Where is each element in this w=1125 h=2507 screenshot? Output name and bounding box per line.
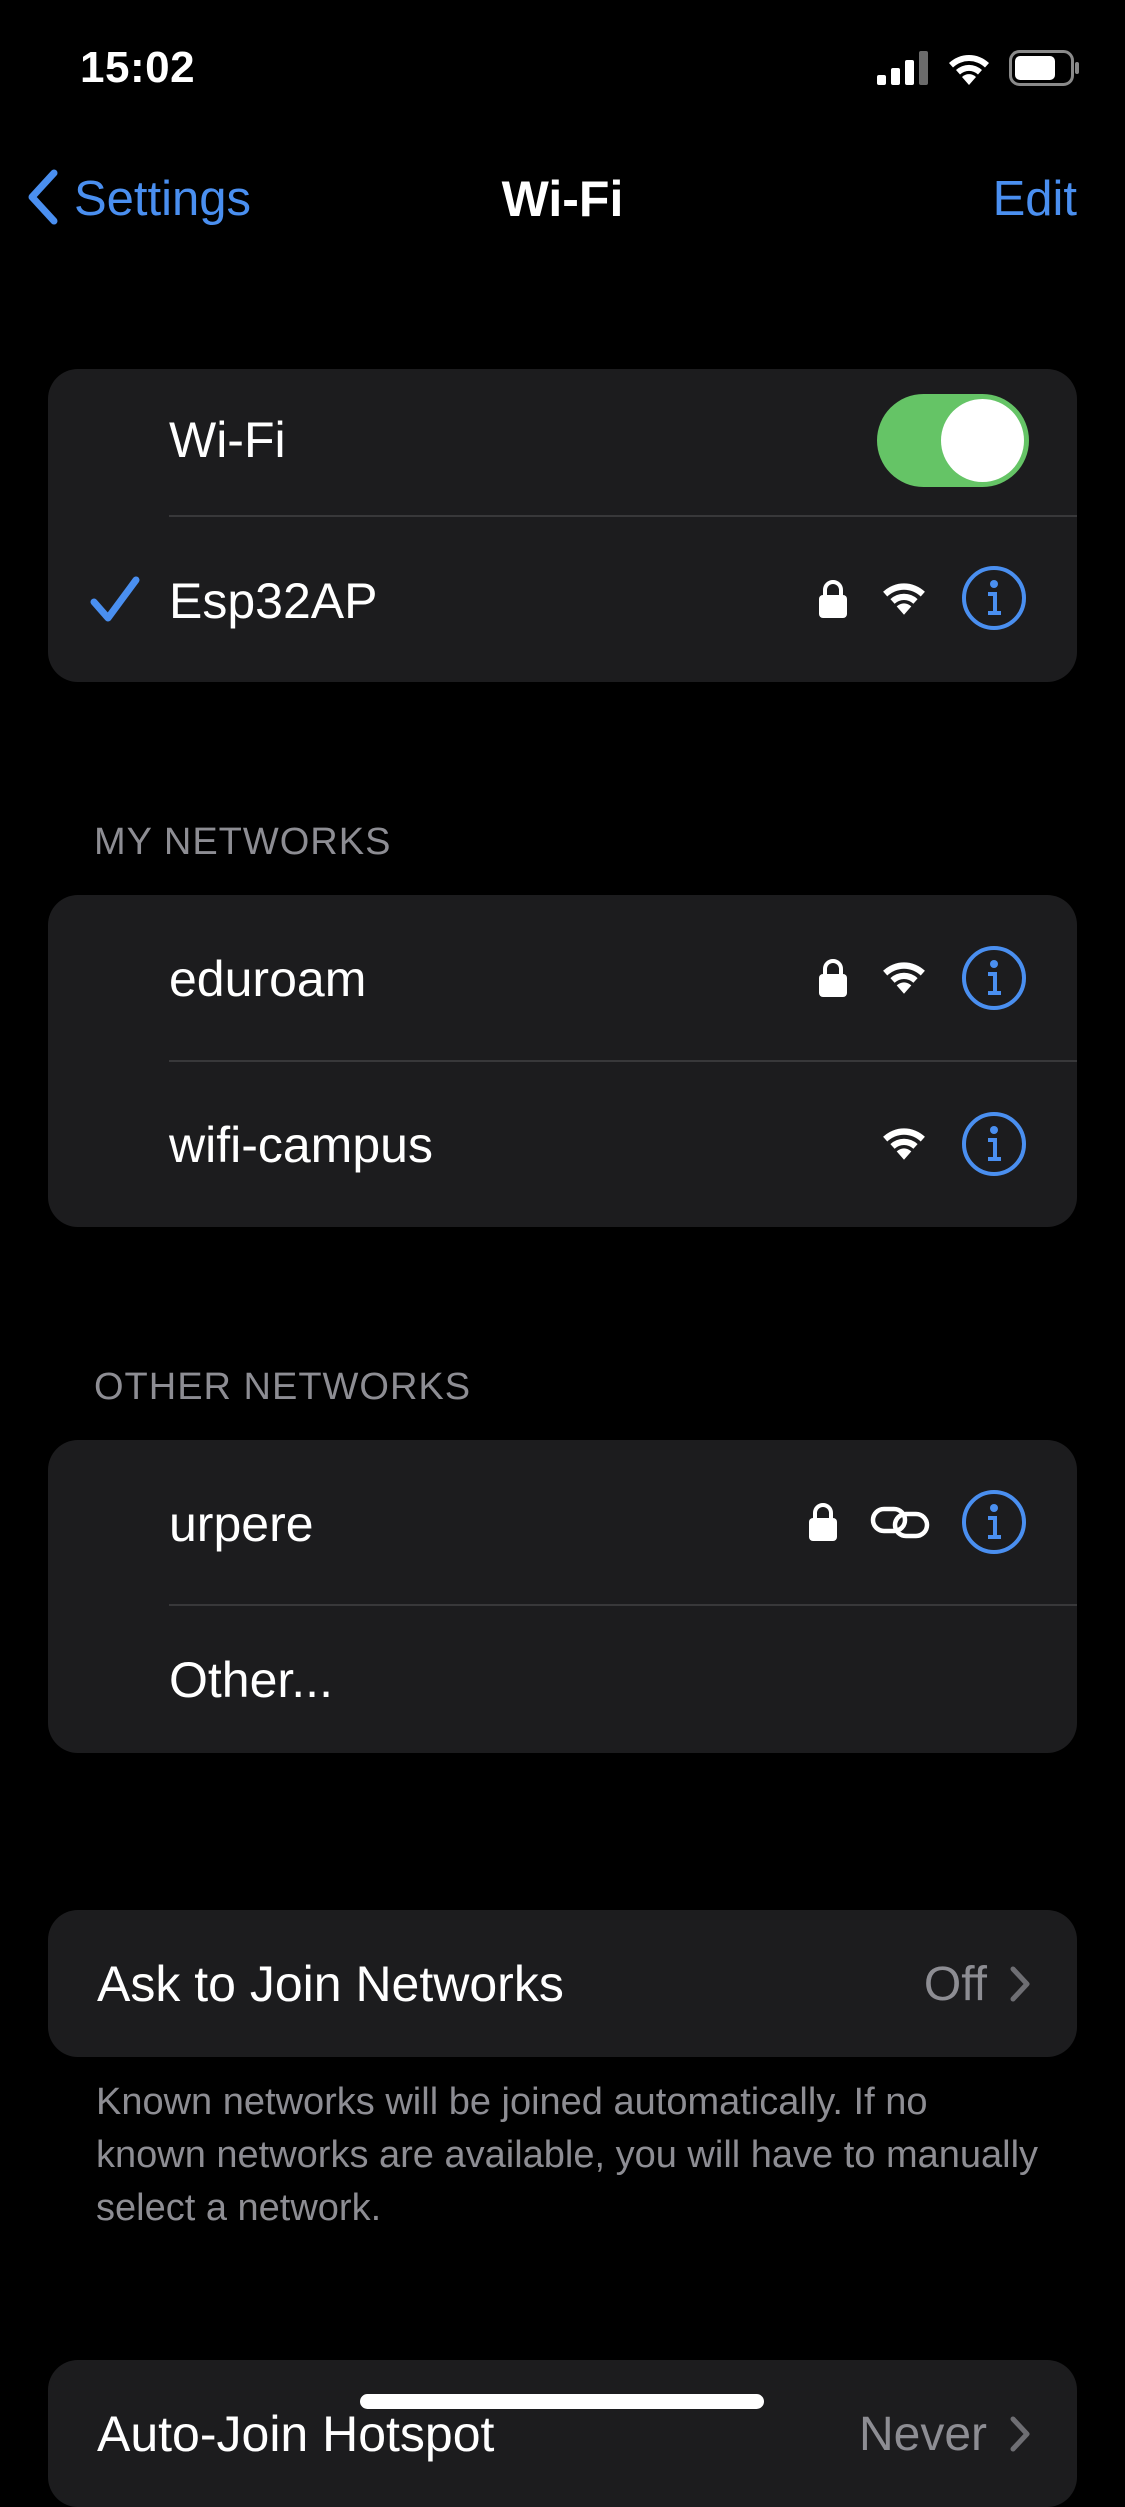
auto-join-hotspot-value: Never: [858, 2408, 987, 2461]
toggle-knob: [941, 399, 1024, 482]
info-icon[interactable]: [961, 565, 1027, 631]
wifi-signal-icon: [881, 1124, 927, 1160]
ask-to-join-row[interactable]: Ask to Join Networks Off: [48, 1910, 1077, 2057]
info-icon[interactable]: [961, 945, 1027, 1011]
network-name: urpere: [169, 1496, 314, 1552]
checkmark-icon: [90, 574, 140, 624]
my-networks-header: MY NETWORKS: [94, 821, 392, 863]
info-icon[interactable]: [961, 1489, 1027, 1555]
battery-icon: [1009, 49, 1081, 91]
network-name: wifi-campus: [169, 1117, 433, 1173]
wifi-icon: [947, 51, 991, 90]
lock-icon: [818, 958, 848, 998]
chevron-right-icon: [1009, 2416, 1031, 2452]
network-name: eduroam: [169, 951, 367, 1007]
chevron-right-icon: [1009, 1966, 1031, 2002]
wifi-toggle-row: Wi-Fi: [48, 369, 1077, 515]
back-button-label: Settings: [74, 172, 252, 226]
ask-to-join-footnote: Known networks will be joined automatica…: [96, 2081, 1039, 2229]
status-time: 15:02: [80, 43, 196, 92]
home-indicator[interactable]: [360, 2394, 764, 2409]
wifi-signal-icon: [881, 958, 927, 994]
ask-to-join-label: Ask to Join Networks: [97, 1956, 564, 2012]
other-networks-card: urpere Other...: [48, 1440, 1077, 1753]
auto-join-hotspot-row[interactable]: Auto-Join Hotspot Never: [48, 2360, 1077, 2507]
my-networks-card: eduroam wifi-campus: [48, 895, 1077, 1227]
back-button[interactable]: Settings: [24, 166, 251, 232]
auto-join-hotspot-label: Auto-Join Hotspot: [97, 2406, 495, 2462]
wifi-toggle-label: Wi-Fi: [169, 412, 286, 468]
network-row-wifi-campus[interactable]: wifi-campus: [48, 1062, 1077, 1227]
chevron-left-icon: [24, 169, 60, 230]
link-icon: [870, 1504, 930, 1540]
network-name: Esp32AP: [169, 573, 378, 629]
info-icon[interactable]: [961, 1111, 1027, 1177]
lock-icon: [808, 1502, 838, 1542]
other-network-row[interactable]: Other...: [48, 1606, 1077, 1753]
cellular-signal-icon: [877, 50, 929, 90]
wifi-toggle[interactable]: [877, 394, 1029, 487]
other-network-label: Other...: [169, 1652, 333, 1708]
network-row-urpere[interactable]: urpere: [48, 1440, 1077, 1605]
wifi-signal-icon: [881, 579, 927, 615]
lock-icon: [818, 579, 848, 619]
ask-to-join-value: Off: [923, 1958, 987, 2011]
wifi-card: Wi-Fi Esp32AP: [48, 369, 1077, 682]
edit-button[interactable]: Edit: [993, 166, 1077, 232]
network-row-eduroam[interactable]: eduroam: [48, 895, 1077, 1061]
connected-network-row[interactable]: Esp32AP: [48, 517, 1077, 682]
status-icons: [877, 48, 1081, 92]
other-networks-header: OTHER NETWORKS: [94, 1366, 472, 1408]
